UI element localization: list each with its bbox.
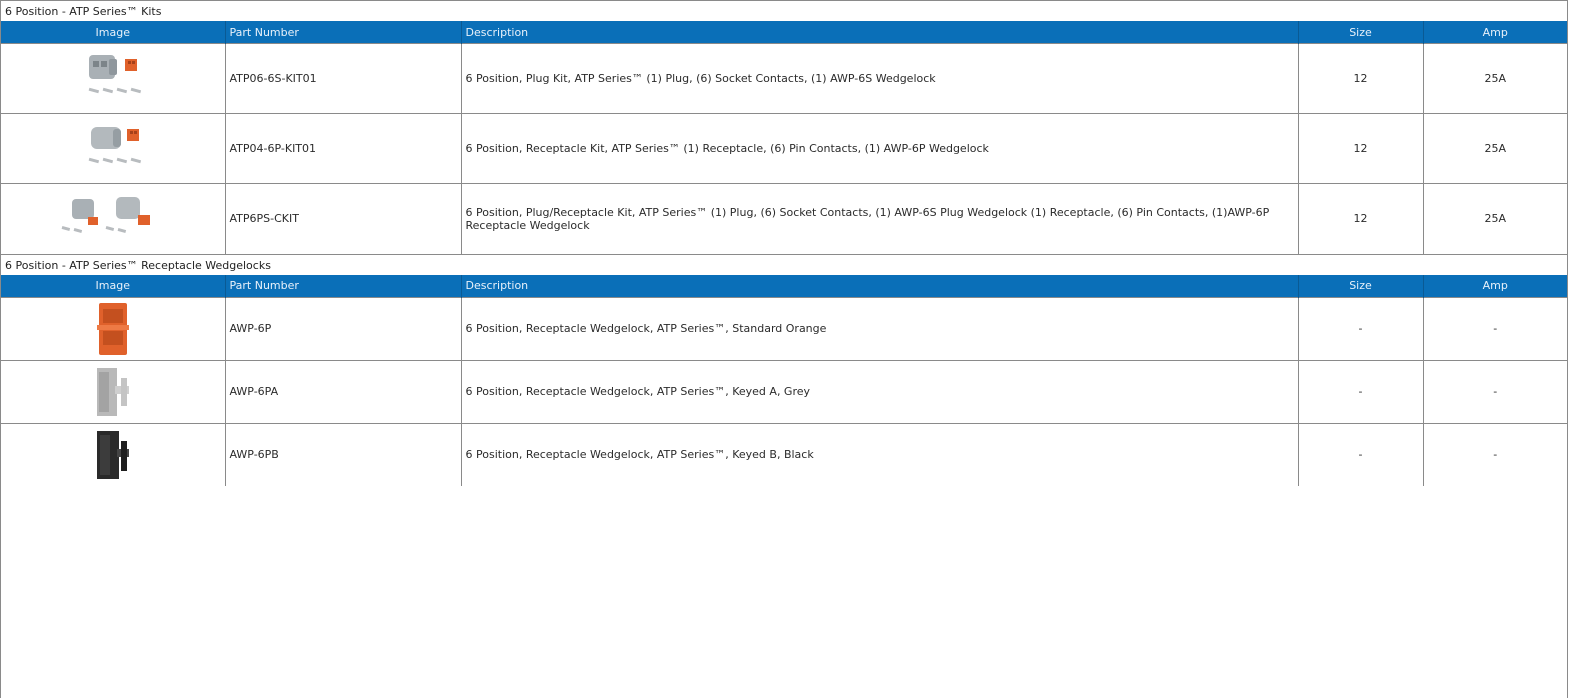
- amp: 25A: [1423, 183, 1567, 254]
- header-size: Size: [1298, 21, 1424, 44]
- amp: 25A: [1423, 113, 1567, 184]
- product-tables: 6 Position - ATP Series™ Kits Image Part…: [0, 0, 1568, 698]
- image-cell: [1, 296, 226, 360]
- size: -: [1298, 359, 1424, 423]
- header-description: Description: [461, 21, 1299, 44]
- image-cell: [1, 183, 226, 254]
- size: -: [1298, 422, 1424, 486]
- amp: -: [1423, 296, 1567, 360]
- header-size: Size: [1298, 274, 1424, 297]
- table-row: AWP-6PA 6 Position, Receptacle Wedgelock…: [1, 359, 1567, 423]
- image-cell: [1, 43, 226, 114]
- header-amp: Amp: [1423, 21, 1567, 44]
- part-number: ATP6PS-CKIT: [225, 183, 462, 254]
- part-number: ATP04-6P-KIT01: [225, 113, 462, 184]
- header-image: Image: [1, 21, 226, 44]
- part-number: AWP-6PB: [225, 422, 462, 486]
- size: 12: [1298, 113, 1424, 184]
- header-part-number: Part Number: [225, 274, 462, 297]
- table-row: ATP04-6P-KIT01 6 Position, Receptacle Ki…: [1, 113, 1567, 184]
- plug-kit-image: [88, 54, 141, 93]
- table-row: ATP6PS-CKIT 6 Position, Plug/Receptacle …: [1, 183, 1567, 254]
- header-image: Image: [1, 274, 226, 297]
- section-title-wedgelocks: 6 Position - ATP Series™ Receptacle Wedg…: [1, 253, 1567, 275]
- header-amp: Amp: [1423, 274, 1567, 297]
- description: 6 Position, Receptacle Kit, ATP Series™ …: [461, 113, 1299, 184]
- black-wedgelock-image: [96, 430, 129, 479]
- amp: -: [1423, 422, 1567, 486]
- receptacle-kit-image: [88, 126, 141, 163]
- part-number: ATP06-6S-KIT01: [225, 43, 462, 114]
- grey-wedgelock-image: [96, 367, 129, 416]
- amp: -: [1423, 359, 1567, 423]
- section-title-kits: 6 Position - ATP Series™ Kits: [1, 0, 1567, 21]
- table-row: ATP06-6S-KIT01 6 Position, Plug Kit, ATP…: [1, 43, 1567, 114]
- header-description: Description: [461, 274, 1299, 297]
- image-cell: [1, 422, 226, 486]
- header-part-number: Part Number: [225, 21, 462, 44]
- amp: 25A: [1423, 43, 1567, 114]
- size: -: [1298, 296, 1424, 360]
- image-cell: [1, 113, 226, 184]
- description: 6 Position, Receptacle Wedgelock, ATP Se…: [461, 296, 1299, 360]
- size: 12: [1298, 183, 1424, 254]
- description: 6 Position, Plug/Receptacle Kit, ATP Ser…: [461, 183, 1299, 254]
- wedgelocks-table: Image Part Number Description Size Amp A…: [1, 274, 1567, 486]
- part-number: AWP-6P: [225, 296, 462, 360]
- description: 6 Position, Receptacle Wedgelock, ATP Se…: [461, 359, 1299, 423]
- table-row: AWP-6PB 6 Position, Receptacle Wedgelock…: [1, 422, 1567, 486]
- table-header-row: Image Part Number Description Size Amp: [1, 21, 1567, 44]
- table-header-row: Image Part Number Description Size Amp: [1, 274, 1567, 297]
- size: 12: [1298, 43, 1424, 114]
- description: 6 Position, Plug Kit, ATP Series™ (1) Pl…: [461, 43, 1299, 114]
- part-number: AWP-6PA: [225, 359, 462, 423]
- orange-wedgelock-image: [96, 302, 129, 355]
- image-cell: [1, 359, 226, 423]
- plug-receptacle-kit-image: [61, 196, 150, 233]
- description: 6 Position, Receptacle Wedgelock, ATP Se…: [461, 422, 1299, 486]
- table-row: AWP-6P 6 Position, Receptacle Wedgelock,…: [1, 296, 1567, 360]
- kits-table: Image Part Number Description Size Amp A…: [1, 21, 1567, 254]
